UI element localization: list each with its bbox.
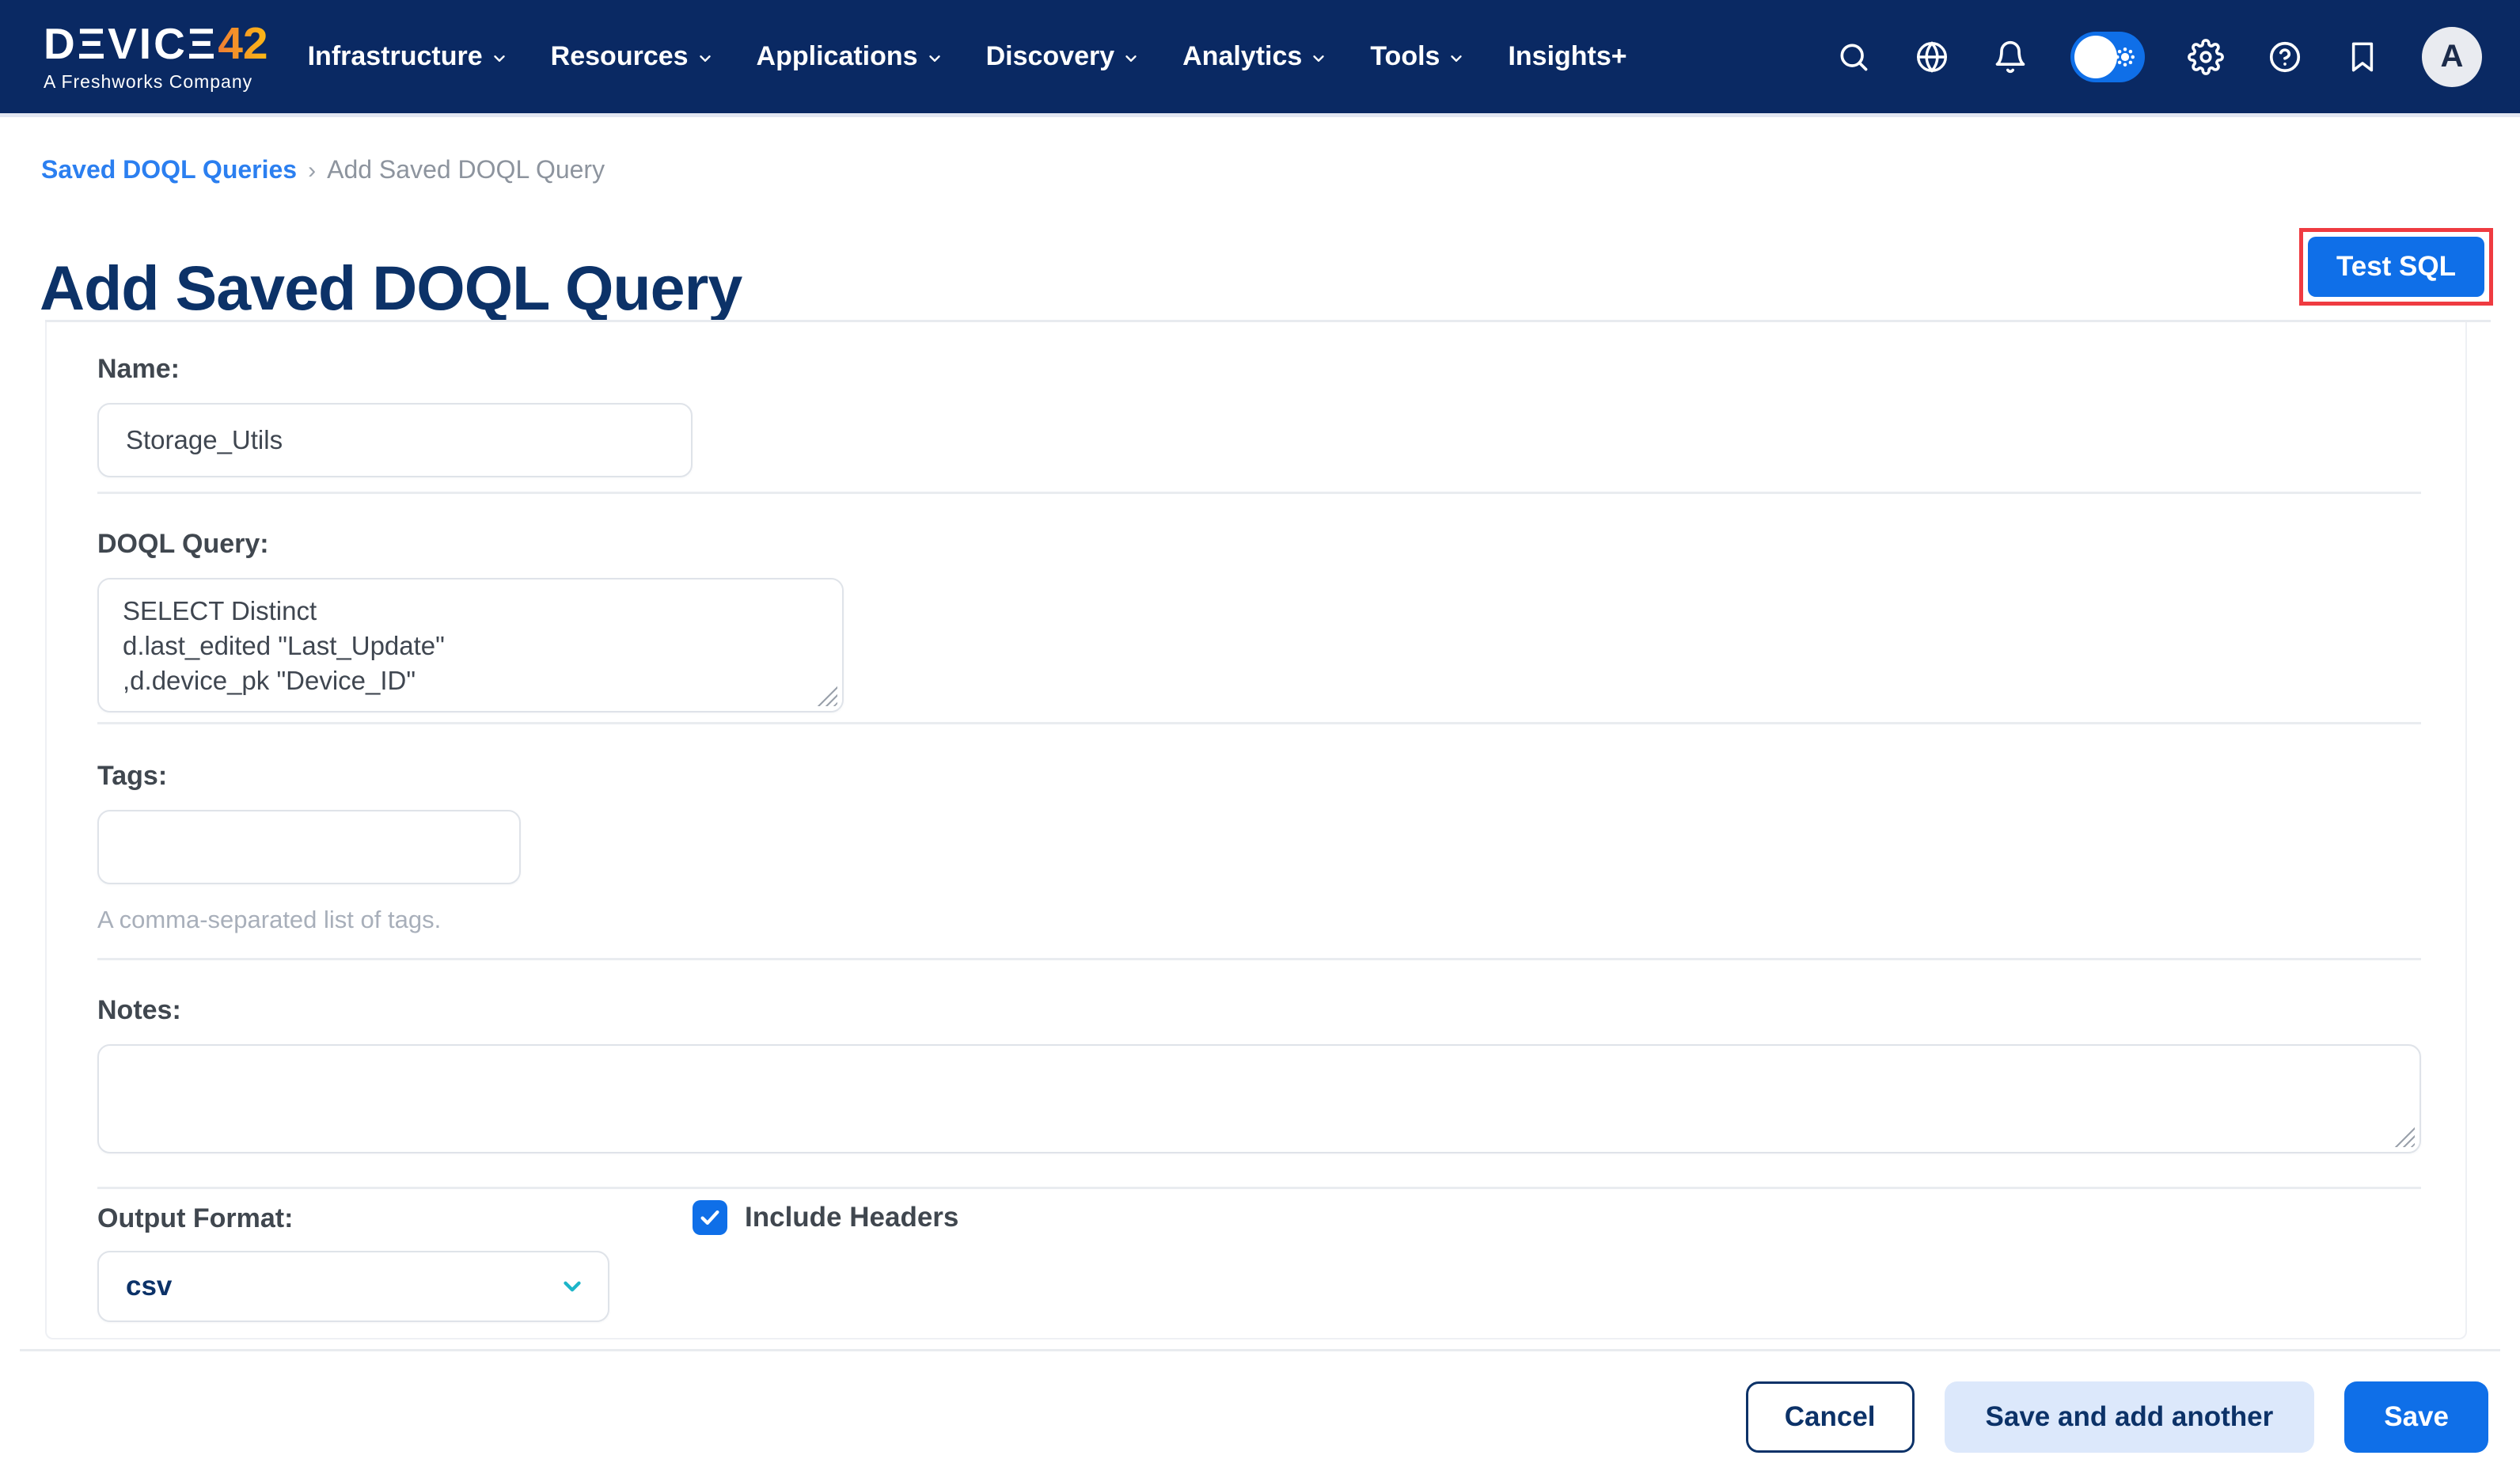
logo-42: 42: [218, 21, 268, 66]
tags-helper-text: A comma-separated list of tags.: [97, 905, 2421, 934]
breadcrumb-parent-link[interactable]: Saved DOQL Queries: [41, 155, 297, 184]
doql-query-form: Name: DOQL Query: SELECT Distinct d.last…: [45, 322, 2467, 1340]
top-navbar: DΞVICΞ 42 A Freshworks Company Infrastru…: [0, 0, 2520, 117]
include-headers-label: Include Headers: [745, 1202, 958, 1233]
menu-tools[interactable]: Tools: [1370, 41, 1465, 72]
avatar[interactable]: A: [2422, 27, 2482, 87]
save-button[interactable]: Save: [2344, 1381, 2488, 1453]
menu-applications[interactable]: Applications: [757, 41, 943, 72]
bookmark-icon[interactable]: [2346, 40, 2379, 74]
output-format-row: Output Format: csv Include Headers: [97, 1189, 2421, 1346]
include-headers-checkbox[interactable]: [693, 1200, 727, 1235]
bell-icon[interactable]: [1993, 40, 2028, 74]
include-headers-group[interactable]: Include Headers: [693, 1200, 958, 1235]
chevron-down-icon: [491, 50, 508, 67]
breadcrumb-current: Add Saved DOQL Query: [327, 155, 605, 184]
gear-icon[interactable]: [2188, 39, 2224, 75]
output-format-label: Output Format:: [97, 1202, 2421, 1235]
save-and-add-another-button[interactable]: Save and add another: [1945, 1381, 2315, 1453]
menu-infrastructure[interactable]: Infrastructure: [308, 41, 508, 72]
notes-label: Notes:: [97, 994, 2421, 1027]
menu-analytics[interactable]: Analytics: [1182, 41, 1327, 72]
menu-resources[interactable]: Resources: [551, 41, 714, 72]
sun-icon: [2111, 43, 2139, 71]
chevron-down-icon: [1122, 50, 1140, 67]
cancel-button[interactable]: Cancel: [1746, 1381, 1915, 1453]
device42-logo[interactable]: DΞVICΞ 42 A Freshworks Company: [44, 21, 268, 93]
main-menu: Infrastructure Resources Applications Di…: [308, 41, 1627, 72]
chevron-down-icon: [1310, 50, 1327, 67]
test-sql-button[interactable]: Test SQL: [2308, 237, 2484, 297]
notes-textarea[interactable]: [97, 1044, 2421, 1153]
output-format-value: csv: [126, 1271, 172, 1302]
breadcrumb-separator: ›: [308, 158, 316, 184]
tags-input[interactable]: [97, 810, 521, 884]
theme-toggle[interactable]: [2070, 32, 2145, 82]
chevron-down-icon: [696, 50, 714, 67]
page-title: Add Saved DOQL Query: [40, 249, 742, 328]
footer-actions: Cancel Save and add another Save: [1746, 1381, 2488, 1453]
breadcrumb: Saved DOQL Queries › Add Saved DOQL Quer…: [41, 155, 605, 184]
doql-field-row: DOQL Query: SELECT Distinct d.last_edite…: [97, 494, 2421, 724]
chevron-down-icon: [559, 1273, 586, 1300]
doql-label: DOQL Query:: [97, 527, 2421, 560]
doql-query-textarea[interactable]: SELECT Distinct d.last_edited "Last_Upda…: [97, 578, 844, 712]
menu-insights[interactable]: Insights+: [1508, 41, 1626, 72]
logo-tagline: A Freshworks Company: [44, 71, 268, 93]
chevron-down-icon: [926, 50, 943, 67]
globe-icon[interactable]: [1914, 39, 1950, 75]
logo-text: DΞVICΞ: [44, 22, 218, 66]
tags-label: Tags:: [97, 759, 2421, 792]
name-field-row: Name:: [97, 322, 2421, 494]
name-label: Name:: [97, 352, 2421, 386]
check-icon: [698, 1206, 722, 1229]
search-icon[interactable]: [1836, 40, 1871, 74]
chevron-down-icon: [1448, 50, 1465, 67]
tags-field-row: Tags: A comma-separated list of tags.: [97, 724, 2421, 960]
notes-field-row: Notes:: [97, 960, 2421, 1189]
menu-discovery[interactable]: Discovery: [986, 41, 1140, 72]
output-format-select[interactable]: csv: [97, 1251, 609, 1322]
name-input[interactable]: [97, 403, 693, 477]
navbar-actions: A: [1836, 27, 2482, 87]
footer-divider: [20, 1349, 2500, 1351]
help-icon[interactable]: [2267, 39, 2303, 75]
test-sql-highlight: Test SQL: [2299, 228, 2493, 306]
